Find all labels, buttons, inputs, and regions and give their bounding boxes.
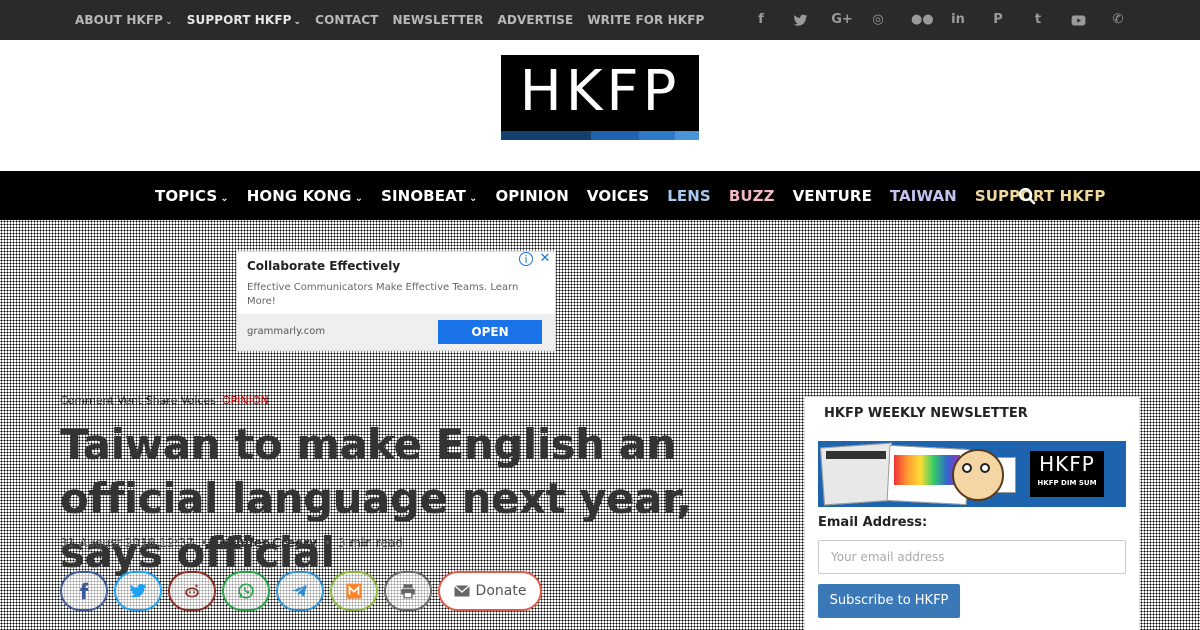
- google-plus-icon[interactable]: G+: [831, 11, 853, 29]
- ad-footer: grammarly.com OPEN: [237, 314, 555, 350]
- advertisement[interactable]: Collaborate Effectively Effective Commun…: [236, 251, 556, 351]
- print-icon: [399, 582, 417, 600]
- search-icon[interactable]: [1018, 187, 1036, 205]
- top-link-3[interactable]: NEWSLETTER: [392, 13, 483, 27]
- donate-button[interactable]: Donate: [438, 571, 542, 611]
- article-date: 31 August 2018 12:37: [60, 536, 194, 550]
- main-nav-label: VENTURE: [792, 186, 872, 205]
- main-nav-label: BUZZ: [728, 186, 775, 205]
- newsletter-banner-logo: HKFP: [1039, 452, 1095, 476]
- top-utility-bar: ABOUT HKFP ⌄ SUPPORT HKFP ⌄ CONTACT NEWSLETTE…: [0, 0, 1200, 40]
- top-link-0[interactable]: ABOUT HKFP ⌄: [75, 13, 173, 27]
- main-nav-item-taiwan[interactable]: TAIWAN: [890, 187, 957, 205]
- telegram-icon: [291, 582, 309, 600]
- main-nav-label: SINOBEAT: [381, 186, 466, 205]
- youtube-icon[interactable]: [1071, 11, 1086, 29]
- main-nav: TOPICS ⌄ HONG KONG ⌄ SINOBEAT ⌄ OPINION VOICES L…: [0, 171, 1200, 220]
- mix-share-button[interactable]: [330, 571, 378, 611]
- newsletter-banner[interactable]: HKFP HKFP DIM SUM: [818, 441, 1126, 507]
- chevron-down-icon: ⌄: [165, 17, 173, 27]
- instagram-icon[interactable]: ◎: [871, 11, 885, 29]
- twitter-icon: [129, 582, 147, 600]
- top-link-label: WRITE FOR HKFP: [587, 13, 705, 27]
- subscribe-button[interactable]: Subscribe to HKFP: [818, 584, 960, 618]
- top-link-label: CONTACT: [315, 13, 379, 27]
- main-nav-item-voices[interactable]: VOICES: [587, 187, 649, 205]
- breadcrumb-text[interactable]: Comment Vent Share Voices: [60, 394, 216, 407]
- main-nav-item-hong-kong[interactable]: HONG KONG ⌄: [247, 187, 363, 205]
- top-link-label: ADVERTISE: [497, 13, 574, 27]
- main-nav-label: HONG KONG: [246, 186, 352, 205]
- twitter-share-button[interactable]: [114, 571, 162, 611]
- main-nav-label: VOICES: [586, 186, 650, 205]
- top-nav: ABOUT HKFP ⌄ SUPPORT HKFP ⌄ CONTACT NEWSLETTE…: [75, 0, 704, 40]
- main-nav-item-topics[interactable]: TOPICS ⌄: [155, 187, 229, 205]
- print-share-button[interactable]: [384, 571, 432, 611]
- chevron-down-icon: ⌄: [293, 17, 302, 27]
- linkedin-icon[interactable]: in: [951, 11, 965, 29]
- logo-text: HKFP: [519, 59, 681, 124]
- main-nav-items: TOPICS ⌄ HONG KONG ⌄ SINOBEAT ⌄ OPINION VOICES L…: [155, 171, 1106, 220]
- ad-domain: grammarly.com: [247, 326, 326, 337]
- ad-close-icon[interactable]: ✕: [538, 252, 552, 266]
- ad-description: Effective Communicators Make Effective T…: [247, 282, 519, 307]
- main-nav-label: OPINION: [495, 186, 569, 205]
- envelope-icon: [453, 585, 470, 597]
- main-nav-label: SUPPORT HKFP: [974, 186, 1106, 205]
- flickr-icon[interactable]: ●●: [911, 11, 934, 29]
- article-author[interactable]: Jennifer Creery: [215, 536, 317, 550]
- chevron-down-icon: ⌄: [354, 192, 364, 204]
- tumblr-icon[interactable]: t: [1031, 11, 1045, 29]
- category-tag[interactable]: OPINION: [222, 394, 269, 407]
- main-nav-item-venture[interactable]: VENTURE: [793, 187, 872, 205]
- top-link-label: SUPPORT HKFP: [186, 13, 292, 27]
- top-link-5[interactable]: WRITE FOR HKFP: [587, 13, 704, 27]
- top-link-label: NEWSLETTER: [392, 13, 484, 27]
- chevron-down-icon: ⌄: [468, 192, 478, 204]
- facebook-icon[interactable]: f: [754, 11, 768, 29]
- newsletter-banner-subtext: HKFP DIM SUM: [1037, 479, 1097, 487]
- chevron-down-icon: ⌄: [220, 192, 229, 204]
- hkfp-logo[interactable]: HKFP: [501, 55, 699, 140]
- top-link-4[interactable]: ADVERTISE: [498, 13, 574, 27]
- newsletter-title: HKFP WEEKLY NEWSLETTER: [824, 406, 1028, 421]
- reddit-share-button[interactable]: [168, 571, 216, 611]
- phone-icon[interactable]: ✆: [1111, 11, 1125, 29]
- pinterest-icon[interactable]: P: [991, 11, 1005, 29]
- telegram-share-button[interactable]: [276, 571, 324, 611]
- article-meta: 31 August 2018 12:37 • Jennifer Creery • 3 m…: [60, 536, 403, 550]
- twitter-icon[interactable]: [793, 11, 808, 29]
- breadcrumb: Comment Vent Share Voices OPINION: [60, 394, 269, 407]
- email-label: Email Address:: [818, 515, 928, 530]
- main-nav-item-support-hkfp[interactable]: SUPPORT HKFP: [975, 187, 1106, 205]
- main-nav-item-sinobeat[interactable]: SINOBEAT ⌄: [381, 187, 477, 205]
- top-link-2[interactable]: CONTACT: [315, 13, 378, 27]
- ad-title[interactable]: Collaborate Effectively: [247, 259, 400, 273]
- article-headline: Taiwan to make English an official langu…: [60, 420, 692, 577]
- main-nav-item-lens[interactable]: LENS: [667, 187, 711, 205]
- whatsapp-share-button[interactable]: [222, 571, 270, 611]
- facebook-icon: [75, 582, 93, 600]
- ad-open-button[interactable]: OPEN: [438, 320, 542, 344]
- main-nav-item-buzz[interactable]: BUZZ: [729, 187, 775, 205]
- main-nav-label: TAIWAN: [889, 186, 957, 205]
- main-nav-label: TOPICS: [155, 186, 218, 205]
- ad-info-icon[interactable]: i: [519, 252, 533, 266]
- donate-label: Donate: [475, 583, 527, 599]
- reddit-icon: [183, 582, 201, 600]
- main-nav-item-opinion[interactable]: OPINION: [495, 187, 568, 205]
- newsletter-widget: HKFP WEEKLY NEWSLETTER HKFP HKFP DIM SUM…: [804, 396, 1140, 630]
- whatsapp-icon: [237, 582, 255, 600]
- email-field[interactable]: Your email address: [818, 540, 1126, 574]
- facebook-share-button[interactable]: [60, 571, 108, 611]
- site-header: HKFP: [0, 40, 1200, 171]
- mix-icon: [345, 582, 363, 600]
- main-nav-label: LENS: [667, 186, 711, 205]
- top-link-label: ABOUT HKFP: [75, 13, 164, 27]
- read-time: 3 min read: [337, 536, 403, 550]
- top-link-1[interactable]: SUPPORT HKFP ⌄: [187, 13, 301, 27]
